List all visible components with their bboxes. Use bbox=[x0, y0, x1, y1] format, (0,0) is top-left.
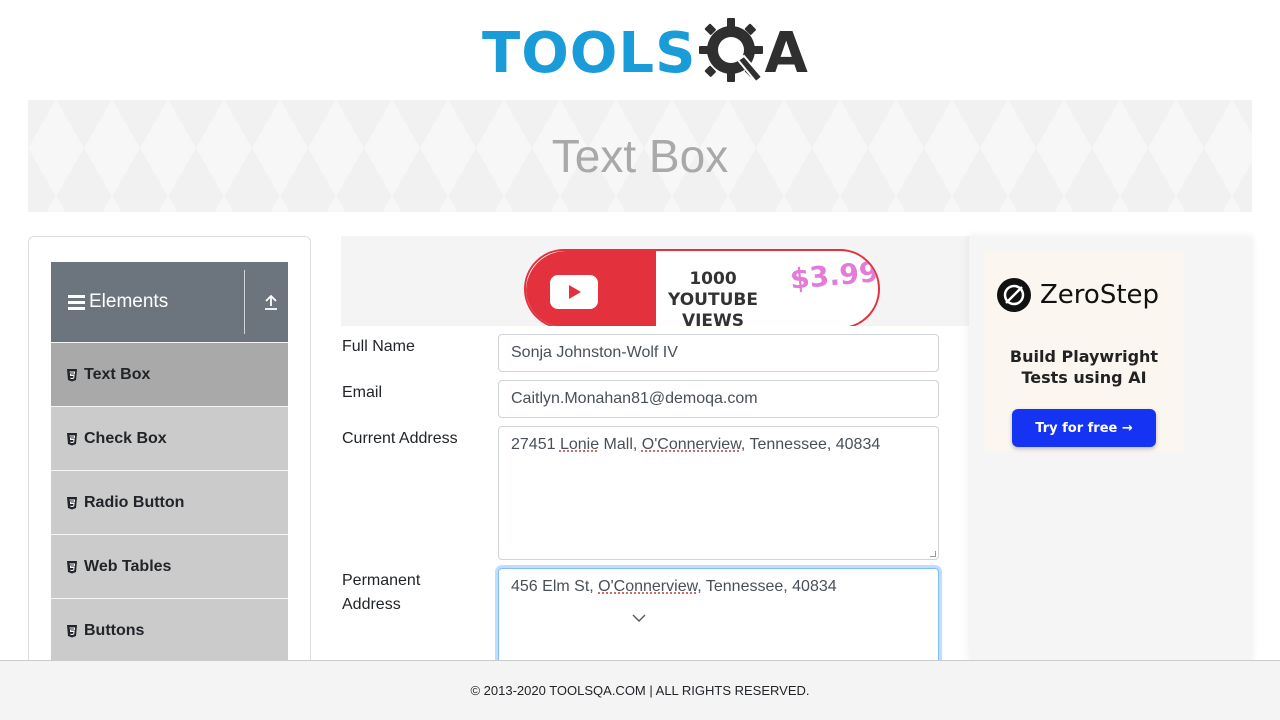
current-address-value: 27451 Lonie Mall, O'Connerview, Tennesse… bbox=[511, 436, 881, 453]
sidebar-item-buttons[interactable]: Buttons bbox=[51, 598, 288, 662]
page-banner: Text Box bbox=[28, 100, 1252, 212]
logo-tools-text: TOOLS bbox=[482, 20, 697, 86]
chevron-down-icon[interactable] bbox=[632, 613, 646, 623]
sidebar: Elements Text Box Check Box Radio Button… bbox=[28, 236, 311, 696]
ad-text: 1000 YOUTUBE VIEWS bbox=[658, 269, 768, 326]
footer-text: © 2013-2020 TOOLSQA.COM | ALL RIGHTS RES… bbox=[470, 683, 810, 698]
resize-handle[interactable] bbox=[930, 551, 936, 557]
sidebar-menu: Text Box Check Box Radio Button Web Tabl… bbox=[51, 342, 288, 662]
zerostep-ad[interactable]: ZeroStep Build Playwright Tests using AI… bbox=[969, 236, 1252, 660]
brand-name: ZeroStep bbox=[1040, 280, 1160, 310]
youtube-play-icon bbox=[550, 275, 598, 309]
html5-icon bbox=[66, 432, 78, 446]
footer: © 2013-2020 TOOLSQA.COM | ALL RIGHTS RES… bbox=[0, 660, 1280, 720]
ad-line-1: 1000 bbox=[689, 269, 737, 289]
email-input[interactable]: Caitlyn.Monahan81@demoqa.com bbox=[498, 380, 939, 418]
zerostep-icon bbox=[997, 278, 1031, 312]
html5-icon bbox=[66, 496, 78, 510]
ad-tagline: Build Playwright Tests using AI bbox=[1009, 347, 1159, 387]
html5-icon bbox=[66, 368, 78, 382]
sidebar-item-text-box[interactable]: Text Box bbox=[51, 342, 288, 406]
current-address-textarea[interactable]: 27451 Lonie Mall, O'Connerview, Tennesse… bbox=[498, 426, 939, 560]
current-address-label: Current Address bbox=[342, 430, 458, 447]
zerostep-logo: ZeroStep bbox=[996, 277, 1159, 313]
sidebar-item-label: Check Box bbox=[84, 429, 167, 447]
header-divider bbox=[244, 270, 245, 334]
elements-group-header[interactable]: Elements bbox=[51, 262, 288, 342]
sidebar-item-label: Radio Button bbox=[84, 493, 185, 511]
collapse-up-icon[interactable] bbox=[263, 294, 279, 310]
html5-icon bbox=[66, 560, 78, 574]
group-title: Elements bbox=[89, 291, 169, 312]
toolsqa-logo[interactable]: TOOLS A bbox=[482, 16, 808, 90]
ad-line-2: YOUTUBE VIEWS bbox=[668, 290, 758, 326]
html5-icon bbox=[66, 624, 78, 638]
email-label: Email bbox=[342, 384, 383, 401]
ad-price: $3.99 bbox=[788, 255, 880, 296]
hamburger-icon bbox=[68, 292, 85, 313]
sidebar-item-label: Web Tables bbox=[84, 557, 172, 575]
full-name-input[interactable]: Sonja Johnston-Wolf IV bbox=[498, 334, 939, 372]
sidebar-item-check-box[interactable]: Check Box bbox=[51, 406, 288, 470]
permanent-address-value: 456 Elm St, O'Connerview, Tennessee, 408… bbox=[511, 578, 837, 595]
full-name-value: Sonja Johnston-Wolf IV bbox=[511, 344, 678, 361]
email-value: Caitlyn.Monahan81@demoqa.com bbox=[511, 390, 758, 407]
try-for-free-button[interactable]: Try for free → bbox=[1012, 409, 1156, 447]
logo-a-text: A bbox=[764, 20, 808, 86]
sidebar-item-label: Buttons bbox=[84, 621, 145, 639]
sidebar-item-web-tables[interactable]: Web Tables bbox=[51, 534, 288, 598]
sidebar-item-label: Text Box bbox=[84, 365, 151, 383]
sidebar-item-radio-button[interactable]: Radio Button bbox=[51, 470, 288, 534]
full-name-label: Full Name bbox=[342, 338, 415, 355]
ad-card: ZeroStep Build Playwright Tests using AI… bbox=[984, 251, 1184, 451]
youtube-views-ad[interactable]: 1000 YOUTUBE VIEWS $3.99 bbox=[341, 236, 969, 326]
gear-q-icon bbox=[699, 18, 764, 84]
page-title: Text Box bbox=[551, 130, 729, 182]
ad-banner: 1000 YOUTUBE VIEWS $3.99 bbox=[524, 249, 880, 326]
permanent-address-label: Permanent Address bbox=[342, 572, 421, 613]
